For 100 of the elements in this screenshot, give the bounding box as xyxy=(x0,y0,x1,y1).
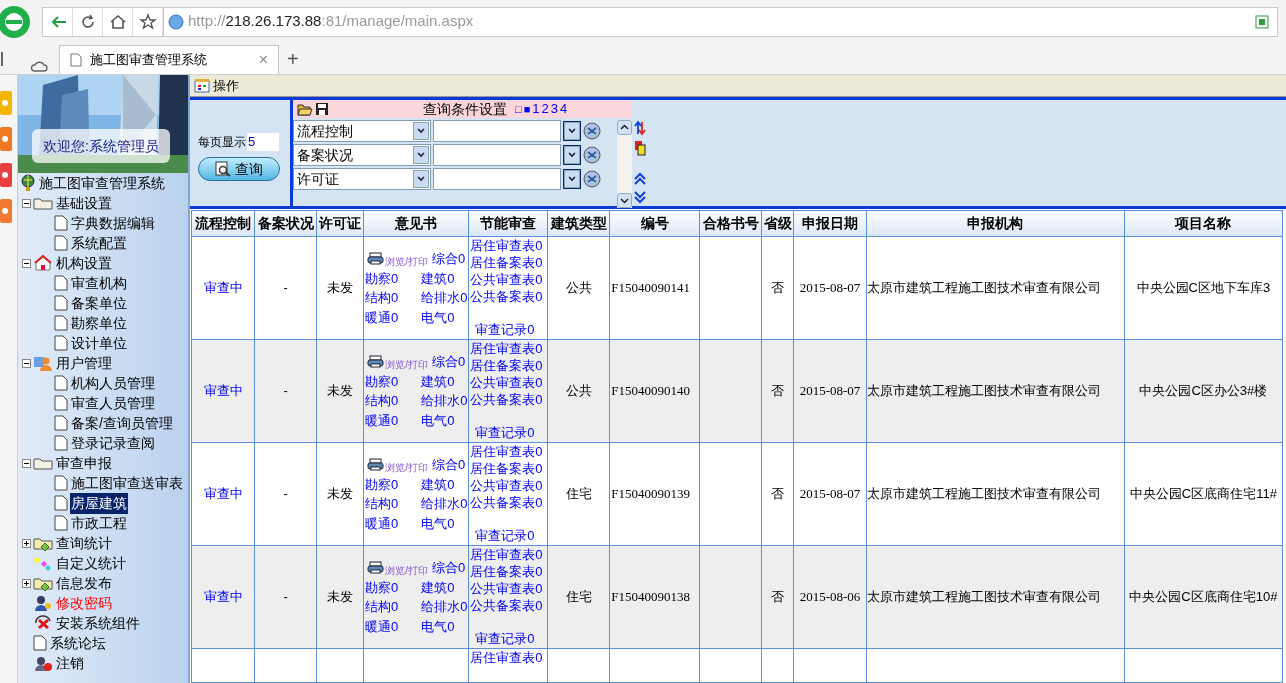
tree-item[interactable]: 勘察单位 xyxy=(70,312,128,334)
tree-item[interactable]: 施工图审查管理系统 xyxy=(38,172,166,194)
energy-link[interactable]: 公共审查表0 xyxy=(470,271,543,288)
tree-item[interactable]: 施工图审查送审表 xyxy=(70,472,184,494)
opinion-link[interactable]: 给排水0 xyxy=(421,391,468,411)
energy-link[interactable]: 居住审查表0 xyxy=(470,237,543,254)
energy-record-link[interactable]: 审查记录0 xyxy=(475,527,535,544)
condition-value-field[interactable] xyxy=(433,168,561,190)
new-tab-button[interactable]: + xyxy=(287,49,299,69)
printer-icon[interactable] xyxy=(367,252,385,266)
close-tab-button[interactable]: × xyxy=(258,48,268,72)
tree-item[interactable]: 登录记录查阅 xyxy=(70,432,156,454)
opinion-link[interactable]: 综合0 xyxy=(431,352,466,372)
energy-link[interactable]: 公共备案表0 xyxy=(470,288,543,305)
opinion-link[interactable]: 给排水0 xyxy=(421,597,468,617)
energy-link[interactable]: 居住审查表0 xyxy=(470,546,543,563)
printer-icon[interactable] xyxy=(367,355,385,369)
energy-link[interactable]: 公共备案表0 xyxy=(470,391,543,408)
energy-link[interactable]: 居住备案表0 xyxy=(470,254,543,271)
condition-select[interactable]: 许可证 xyxy=(293,168,431,190)
expand-icon[interactable] xyxy=(22,538,31,548)
opinion-link[interactable]: 暖通0 xyxy=(364,513,412,533)
column-header[interactable]: 省级 xyxy=(761,210,794,237)
search-button[interactable]: 查询 xyxy=(198,157,280,181)
status-link[interactable]: 审查中 xyxy=(203,486,243,502)
condition-value-field[interactable] xyxy=(433,120,561,142)
tree-item[interactable]: 信息发布 xyxy=(55,572,113,594)
page-link[interactable]: 2 xyxy=(541,99,549,119)
tree-item[interactable]: 安装系统组件 xyxy=(55,612,141,634)
status-link[interactable]: 审查中 xyxy=(203,383,243,399)
double-up-icon[interactable] xyxy=(634,172,646,186)
status-link[interactable]: 审查中 xyxy=(203,589,243,605)
column-header[interactable]: 合格书号 xyxy=(699,210,762,237)
tree-item[interactable]: 审查申报 xyxy=(55,452,113,474)
column-header[interactable]: 意见书 xyxy=(363,210,469,237)
app-shortcut-icon[interactable] xyxy=(0,199,12,223)
tree-item[interactable]: 注销 xyxy=(55,652,85,674)
opinion-link[interactable]: 勘察0 xyxy=(364,474,412,494)
column-header[interactable]: 许可证 xyxy=(316,210,364,237)
opinion-link[interactable]: 电气0 xyxy=(421,410,468,430)
energy-record-link[interactable]: 审查记录0 xyxy=(475,321,535,338)
opinion-link[interactable]: 电气0 xyxy=(421,513,468,533)
collapse-icon[interactable] xyxy=(22,358,31,368)
tree-item[interactable]: 审查机构 xyxy=(70,272,128,294)
opinion-link[interactable]: 勘察0 xyxy=(364,577,412,597)
tree-item[interactable]: 基础设置 xyxy=(55,192,113,214)
clear-icon[interactable] xyxy=(583,170,601,188)
status-link[interactable]: 审查中 xyxy=(203,280,243,296)
dropdown-button[interactable] xyxy=(563,145,581,165)
opinion-link[interactable]: 给排水0 xyxy=(421,494,468,514)
tree-item[interactable]: 系统论坛 xyxy=(49,632,107,654)
condition-select[interactable]: 备案状况 xyxy=(293,144,431,166)
tree-item[interactable]: 备案/查询员管理 xyxy=(70,412,174,434)
column-header[interactable]: 编号 xyxy=(609,210,700,237)
scrollbar[interactable] xyxy=(617,120,632,208)
opinion-link[interactable]: 结构0 xyxy=(364,391,412,411)
save-icon[interactable] xyxy=(315,102,329,116)
tree-item[interactable]: 机构人员管理 xyxy=(70,372,156,394)
opinion-link[interactable]: 勘察0 xyxy=(364,268,412,288)
column-header[interactable]: 备案状况 xyxy=(254,210,317,237)
column-header[interactable]: 申报机构 xyxy=(866,210,1125,237)
column-header[interactable]: 建筑类型 xyxy=(547,210,610,237)
print-link[interactable]: 浏览/打印 xyxy=(385,356,428,372)
opinion-link[interactable]: 结构0 xyxy=(364,597,412,617)
energy-link[interactable]: 居住审查表0 xyxy=(470,443,543,460)
opinion-link[interactable]: 建筑0 xyxy=(421,474,468,494)
collapse-icon[interactable] xyxy=(22,198,31,208)
opinion-link[interactable]: 建筑0 xyxy=(421,268,468,288)
print-link[interactable]: 浏览/打印 xyxy=(385,459,428,475)
column-header[interactable]: 流程控制 xyxy=(191,210,255,237)
dropdown-button[interactable] xyxy=(563,121,581,141)
energy-link[interactable]: 公共审查表0 xyxy=(470,477,543,494)
page-link[interactable]: 1 xyxy=(532,99,540,119)
double-down-icon[interactable] xyxy=(634,190,646,204)
energy-link[interactable]: 公共审查表0 xyxy=(470,580,543,597)
page-link[interactable]: 4 xyxy=(560,99,568,119)
page-size-field[interactable]: 5 xyxy=(247,133,279,151)
page-link[interactable]: 3 xyxy=(550,99,558,119)
opinion-link[interactable]: 结构0 xyxy=(364,494,412,514)
opinion-link[interactable]: 综合0 xyxy=(431,455,466,475)
copy-icon[interactable] xyxy=(634,140,646,156)
opinion-link[interactable]: 暖通0 xyxy=(364,410,412,430)
tree-item[interactable]: 机构设置 xyxy=(55,252,113,274)
tree-item[interactable]: 字典数据编辑 xyxy=(70,212,156,234)
clear-icon[interactable] xyxy=(583,146,601,164)
column-header[interactable]: 申报日期 xyxy=(793,210,867,237)
opinion-link[interactable]: 电气0 xyxy=(421,616,468,636)
browser-tab[interactable]: 施工图审查管理系统 × xyxy=(59,45,279,74)
opinion-link[interactable]: 勘察0 xyxy=(364,371,412,391)
opinion-link[interactable]: 综合0 xyxy=(431,558,466,578)
energy-link[interactable]: 公共备案表0 xyxy=(470,494,543,511)
app-shortcut-icon[interactable] xyxy=(0,127,12,151)
pager-mark[interactable]: ■ xyxy=(523,100,531,118)
opinion-link[interactable]: 暖通0 xyxy=(364,307,412,327)
clear-icon[interactable] xyxy=(583,122,601,140)
tree-item[interactable]: 房屋建筑 xyxy=(70,492,128,514)
expand-icon[interactable] xyxy=(22,578,31,588)
condition-value-field[interactable] xyxy=(433,144,561,166)
energy-link[interactable]: 居住备案表0 xyxy=(470,460,543,477)
tree-item[interactable]: 审查人员管理 xyxy=(70,392,156,414)
